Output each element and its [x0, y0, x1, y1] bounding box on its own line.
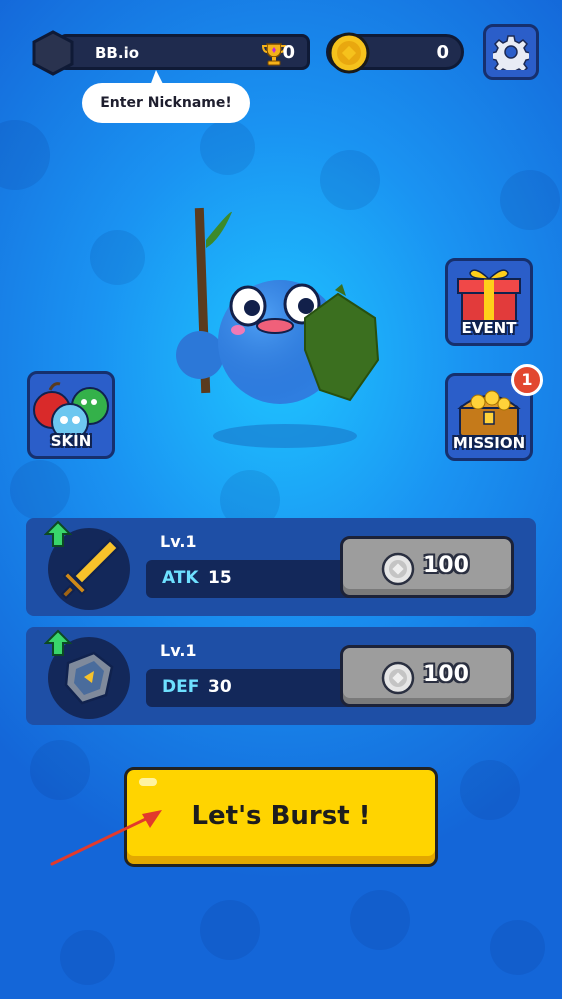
silver-coin-icon: [381, 661, 415, 695]
player-name-bar[interactable]: BB.io 0: [58, 34, 310, 70]
background-pattern: [60, 930, 115, 985]
attack-upgrade-button[interactable]: 100: [340, 536, 514, 598]
event-button[interactable]: EVENT: [445, 258, 533, 346]
gear-icon: [493, 35, 529, 70]
background-pattern: [0, 120, 50, 190]
background-pattern: [90, 230, 145, 285]
defense-upgrade-price: 100: [423, 662, 469, 687]
play-label: Let's Burst !: [191, 801, 371, 831]
defense-stat-value: 30: [208, 677, 232, 697]
background-pattern: [500, 170, 560, 230]
settings-button[interactable]: [483, 24, 539, 80]
background-pattern: [460, 760, 520, 820]
red-arrow-annotation: [50, 810, 162, 866]
player-character: [176, 207, 380, 448]
silver-coin-icon: [381, 552, 415, 586]
background-pattern: [200, 900, 260, 960]
upgrade-arrow-icon: [44, 520, 72, 547]
trophy-count: 0: [282, 42, 295, 63]
skin-characters-icon: [33, 382, 109, 438]
button-highlight: [139, 778, 157, 786]
tooltip-tail: [150, 70, 164, 86]
defense-stat-label: DEF: [162, 677, 200, 697]
attack-stat-value: 15: [208, 568, 232, 588]
event-label: EVENT: [461, 319, 517, 337]
avatar[interactable]: [30, 30, 76, 76]
background-pattern: [30, 740, 90, 800]
player-name: BB.io: [95, 44, 140, 62]
coin-count: 0: [436, 42, 449, 63]
gift-box-icon: [457, 269, 521, 322]
background-pattern: [490, 920, 545, 975]
lets-burst-button[interactable]: Let's Burst !: [124, 767, 438, 867]
defense-upgrade-panel: Lv.1 DEF 30 100: [26, 627, 536, 725]
defense-level: Lv.1: [160, 641, 197, 660]
nickname-tooltip[interactable]: Enter Nickname!: [82, 83, 250, 123]
attack-level: Lv.1: [160, 532, 197, 551]
attack-upgrade-price: 100: [423, 553, 469, 578]
upgrade-arrow-icon: [44, 629, 72, 656]
mission-notification-badge: 1: [511, 364, 543, 396]
background-pattern: [350, 890, 410, 950]
background-pattern: [10, 460, 70, 520]
skin-button[interactable]: SKIN: [27, 371, 115, 459]
attack-stat-label: ATK: [162, 568, 199, 588]
defense-upgrade-button[interactable]: 100: [340, 645, 514, 707]
skin-label: SKIN: [50, 432, 92, 450]
mission-label: MISSION: [452, 434, 526, 452]
background-pattern: [200, 120, 255, 175]
coin-balance-bar: 0: [326, 32, 464, 74]
attack-upgrade-panel: Lv.1 ATK 15 100: [26, 518, 536, 616]
gold-coin-icon: [328, 32, 370, 74]
